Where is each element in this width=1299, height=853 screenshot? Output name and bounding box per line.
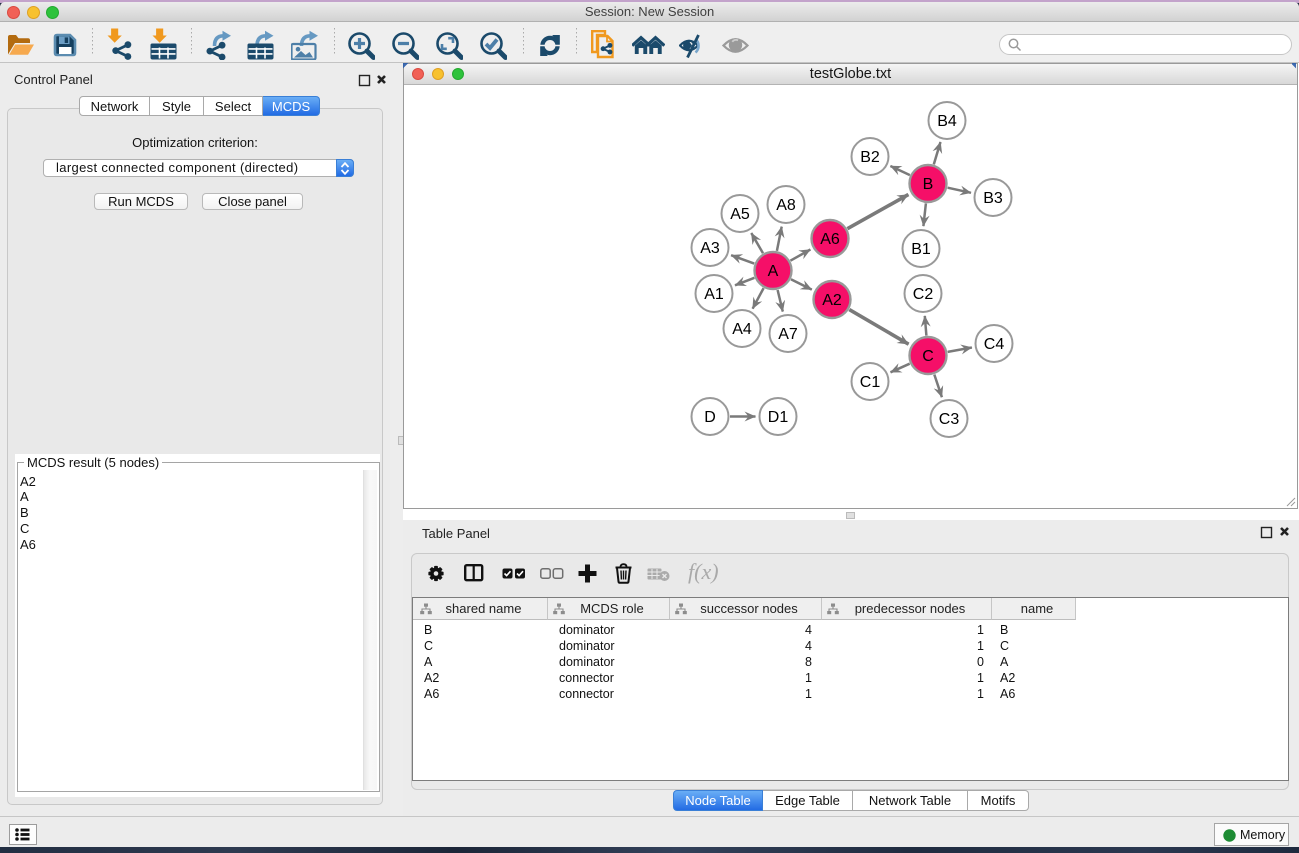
- svg-text:B2: B2: [860, 149, 880, 166]
- svg-text:B: B: [923, 176, 934, 193]
- svg-text:D: D: [704, 409, 716, 426]
- svg-text:A6: A6: [820, 231, 840, 248]
- svg-text:A7: A7: [778, 326, 798, 343]
- svg-text:C3: C3: [939, 411, 960, 428]
- svg-text:C: C: [922, 348, 934, 365]
- svg-text:A5: A5: [730, 206, 750, 223]
- svg-text:A4: A4: [732, 321, 752, 338]
- svg-text:C1: C1: [860, 374, 881, 391]
- svg-text:B1: B1: [911, 241, 931, 258]
- svg-text:A: A: [768, 263, 779, 280]
- svg-text:B4: B4: [937, 113, 957, 130]
- svg-text:D1: D1: [768, 409, 789, 426]
- svg-text:A3: A3: [700, 240, 720, 257]
- svg-text:C2: C2: [913, 286, 934, 303]
- svg-text:A2: A2: [822, 292, 842, 309]
- svg-text:A1: A1: [704, 286, 724, 303]
- svg-text:B3: B3: [983, 190, 1003, 207]
- svg-text:C4: C4: [984, 336, 1005, 353]
- svg-text:A8: A8: [776, 197, 796, 214]
